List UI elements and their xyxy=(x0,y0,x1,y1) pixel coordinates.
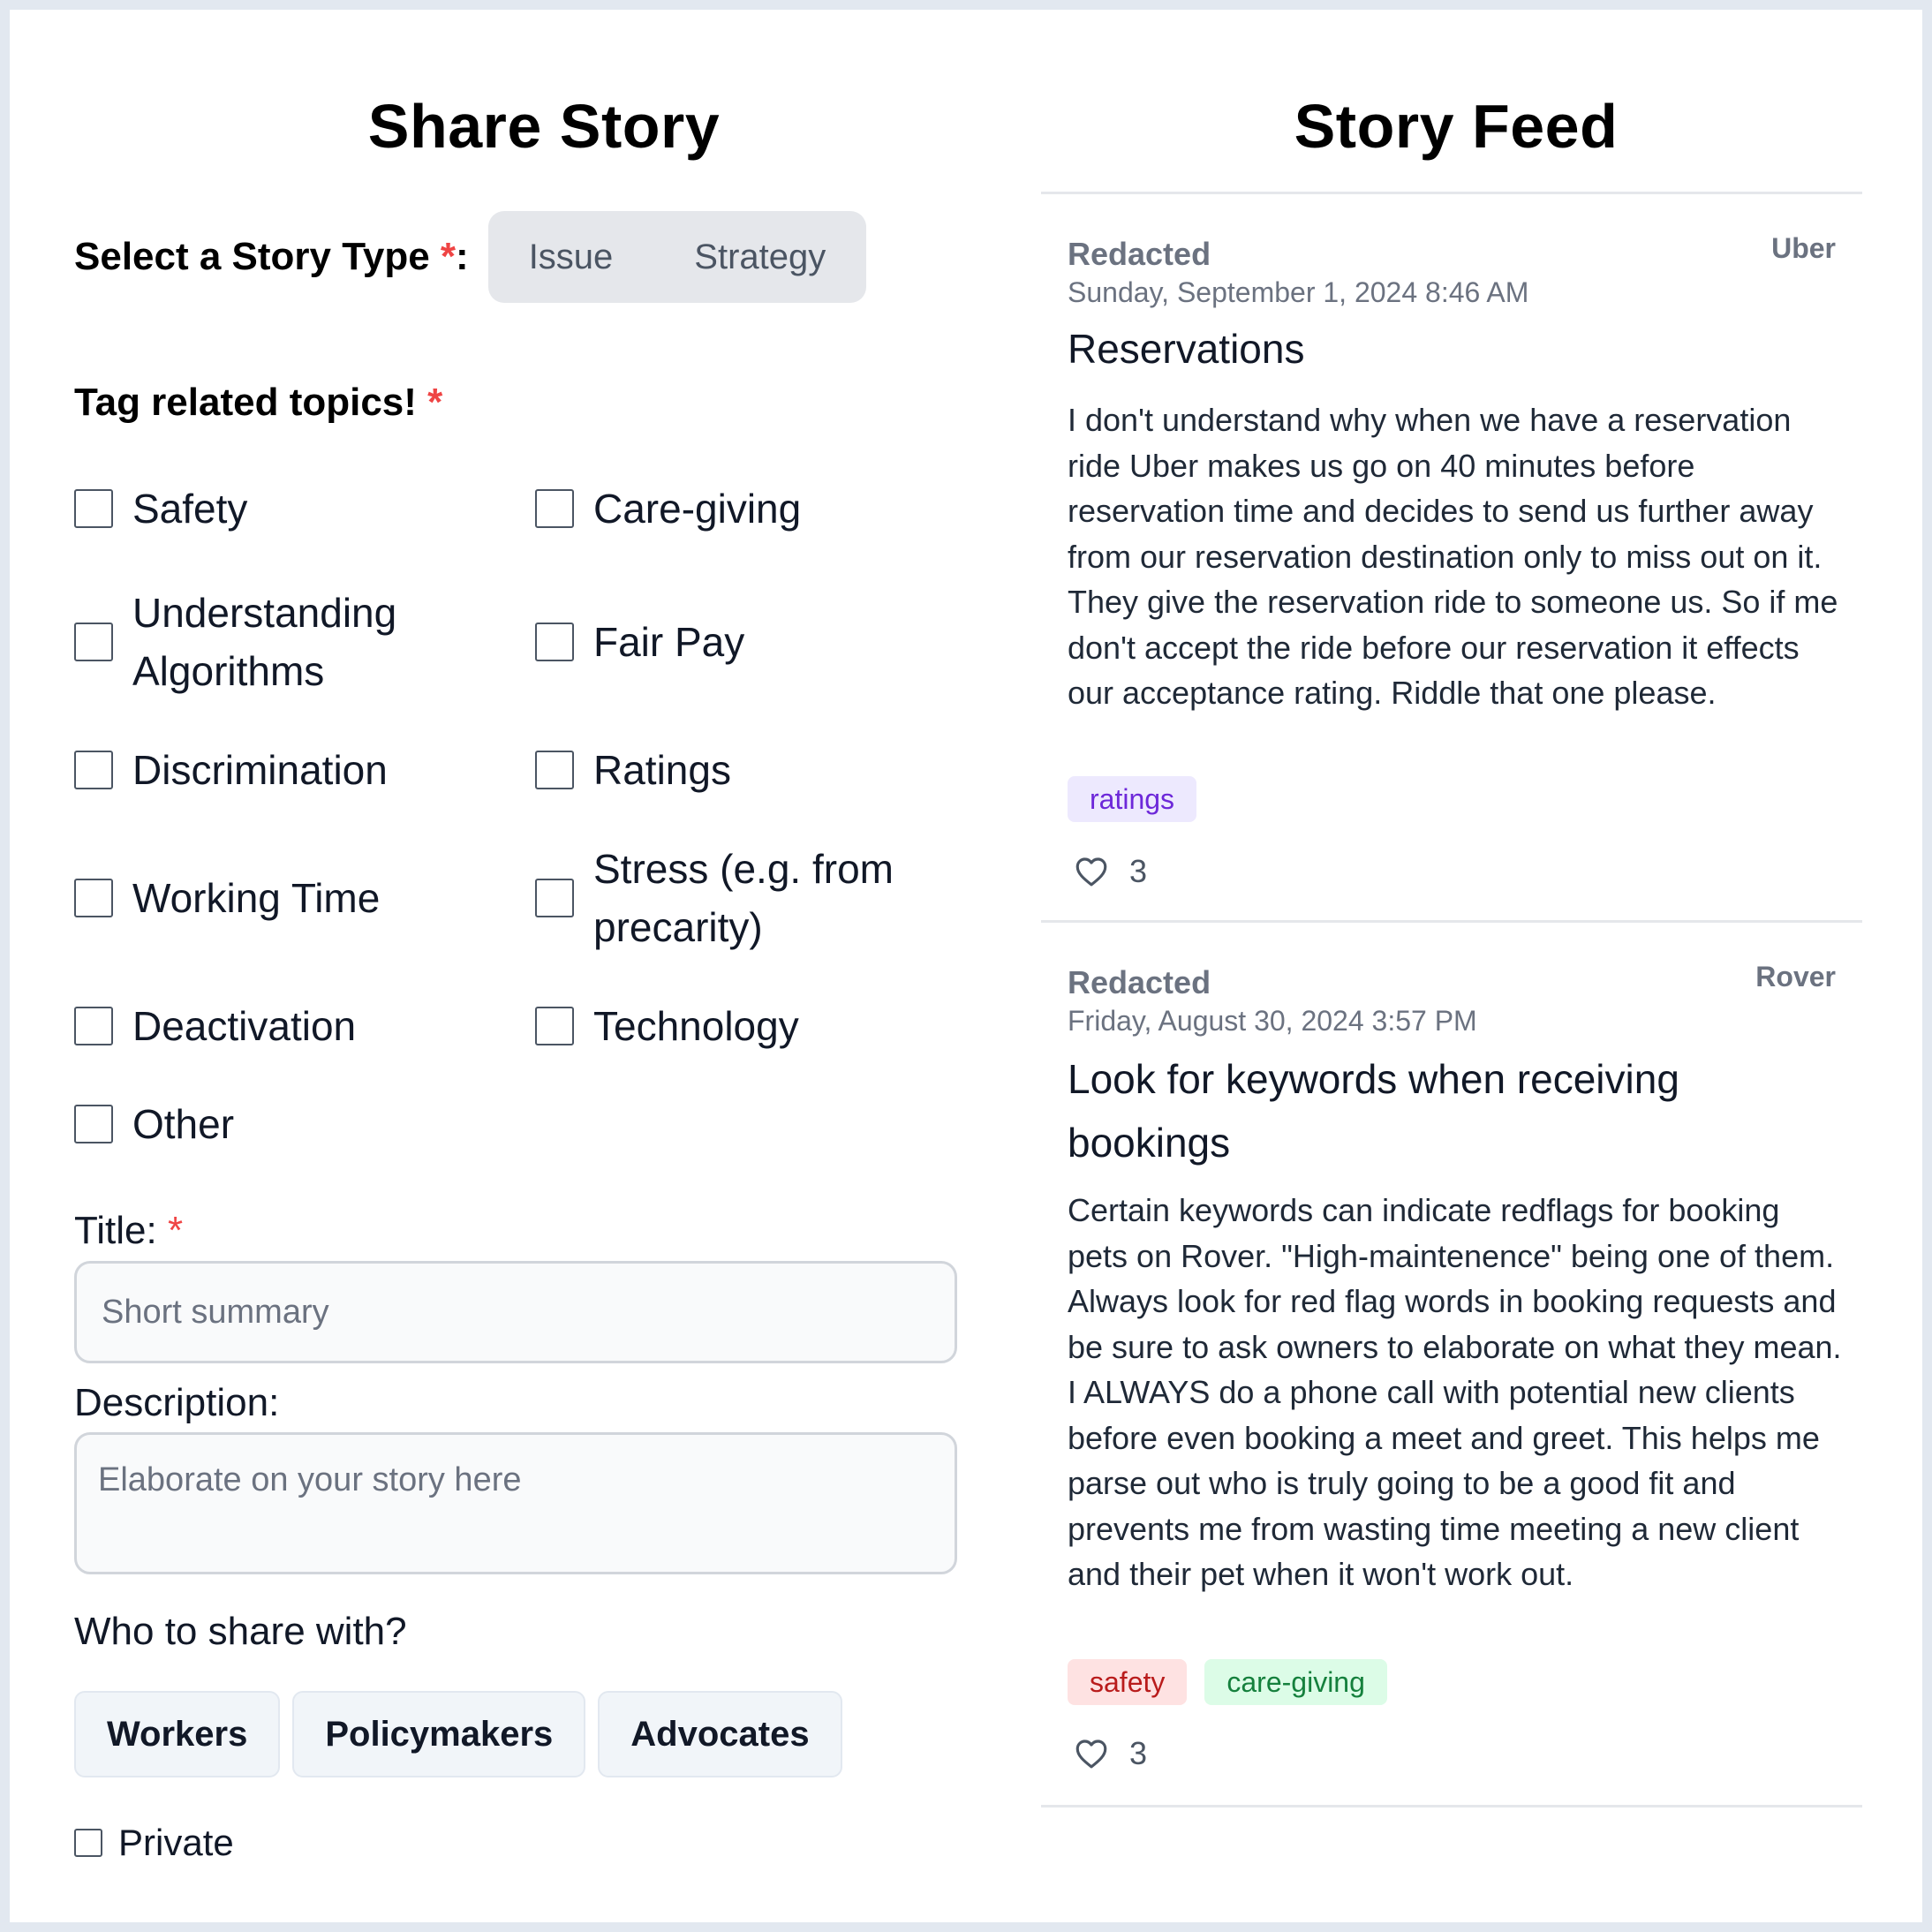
topic-ratings[interactable]: Ratings xyxy=(535,741,959,799)
share-policymakers-button[interactable]: Policymakers xyxy=(292,1691,586,1777)
divider xyxy=(1041,192,1862,194)
story-type-issue-option[interactable]: Issue xyxy=(529,238,614,277)
topic-label: Understanding Algorithms xyxy=(132,590,397,694)
topic-checkbox[interactable] xyxy=(74,1105,113,1143)
page: Share Story Select a Story Type *: Issue… xyxy=(10,10,1922,1922)
story-author: Redacted xyxy=(1068,236,1211,272)
topic-label: Working Time xyxy=(132,875,381,921)
description-field-label: Description: xyxy=(74,1381,280,1424)
topic-checkbox[interactable] xyxy=(74,751,113,789)
title-input[interactable]: Short summary xyxy=(74,1261,957,1363)
story-feed-heading: Story Feed xyxy=(1294,92,1619,161)
story-card: Redacted Rover Friday, August 30, 2024 3… xyxy=(1068,961,1842,1785)
topic-label: Fair Pay xyxy=(593,619,745,665)
story-type-row: Select a Story Type *: Issue Strategy xyxy=(74,211,867,303)
topic-safety[interactable]: Safety xyxy=(74,479,498,538)
topic-label: Technology xyxy=(593,1003,799,1049)
title-field-label: Title: * xyxy=(74,1209,184,1252)
tag-safety[interactable]: safety xyxy=(1068,1659,1188,1705)
topic-checkbox[interactable] xyxy=(535,489,574,528)
story-type-label: Select a Story Type *: xyxy=(74,235,469,278)
divider xyxy=(1041,920,1862,923)
story-date: Sunday, September 1, 2024 8:46 AM xyxy=(1068,276,1529,308)
topic-label: Deactivation xyxy=(132,1003,357,1049)
like-count: 3 xyxy=(1129,853,1148,889)
tag-ratings[interactable]: ratings xyxy=(1068,776,1197,822)
required-mark: * xyxy=(167,1209,184,1252)
story-type-segmented-control: Issue Strategy xyxy=(487,211,867,303)
topic-checkbox[interactable] xyxy=(74,879,113,917)
topic-working-time[interactable]: Working Time xyxy=(74,869,498,927)
private-label: Private xyxy=(118,1822,234,1863)
share-advocates-button[interactable]: Advocates xyxy=(598,1691,842,1777)
topic-label: Other xyxy=(132,1101,235,1147)
share-with-label: Who to share with? xyxy=(74,1610,407,1653)
description-textarea[interactable]: Elaborate on your story here xyxy=(74,1432,957,1574)
private-checkbox[interactable] xyxy=(74,1829,102,1857)
share-with-options: Workers Policymakers Advocates xyxy=(74,1691,842,1777)
like-count: 3 xyxy=(1129,1735,1148,1771)
topic-label: Stress (e.g. from precarity) xyxy=(593,846,894,950)
topic-checkbox[interactable] xyxy=(535,623,574,661)
story-platform: Rover xyxy=(1755,961,1836,992)
story-tags: safety care-giving xyxy=(1068,1659,1387,1705)
topic-checkbox[interactable] xyxy=(74,623,113,661)
share-story-heading: Share Story xyxy=(367,92,721,161)
story-card: Redacted Uber Sunday, September 1, 2024 … xyxy=(1068,232,1838,890)
share-story-panel: Share Story Select a Story Type *: Issue… xyxy=(74,10,966,1922)
like-button[interactable]: 3 xyxy=(1073,1735,1147,1772)
story-author: Redacted xyxy=(1068,964,1211,1000)
tag-care-giving[interactable]: care-giving xyxy=(1204,1659,1387,1705)
story-title: Reservations xyxy=(1068,326,1305,372)
topic-checkbox[interactable] xyxy=(535,879,574,917)
topic-discrimination[interactable]: Discrimination xyxy=(74,741,498,799)
required-mark: * xyxy=(440,235,457,278)
story-tags: ratings xyxy=(1068,776,1197,822)
like-button[interactable]: 3 xyxy=(1073,853,1147,890)
topic-care-giving[interactable]: Care-giving xyxy=(535,479,959,538)
required-mark: * xyxy=(427,381,443,424)
divider xyxy=(1041,1805,1862,1807)
story-feed-panel: Story Feed Redacted Uber Sunday, Septemb… xyxy=(1041,10,1871,1922)
story-title: Look for keywords when receiving booking… xyxy=(1068,1056,1679,1166)
topic-stress[interactable]: Stress (e.g. from precarity) xyxy=(535,840,950,956)
story-platform: Uber xyxy=(1771,232,1836,264)
topic-label: Discrimination xyxy=(132,747,388,793)
story-body: Certain keywords can indicate redflags f… xyxy=(1068,1192,1842,1592)
story-type-strategy-option[interactable]: Strategy xyxy=(694,238,826,277)
topic-label: Ratings xyxy=(593,747,731,793)
topic-label: Care-giving xyxy=(593,486,802,532)
topic-fair-pay[interactable]: Fair Pay xyxy=(535,613,959,671)
topic-checkbox[interactable] xyxy=(74,489,113,528)
heart-outline-icon xyxy=(1075,1740,1107,1769)
topic-checkbox[interactable] xyxy=(535,1007,574,1045)
private-toggle[interactable]: Private xyxy=(74,1822,234,1864)
topic-technology[interactable]: Technology xyxy=(535,997,959,1055)
story-body: I don't understand why when we have a re… xyxy=(1068,402,1838,711)
topic-deactivation[interactable]: Deactivation xyxy=(74,997,498,1055)
story-date: Friday, August 30, 2024 3:57 PM xyxy=(1068,1005,1477,1037)
share-workers-button[interactable]: Workers xyxy=(74,1691,281,1777)
topic-understanding-algorithms[interactable]: Understanding Algorithms xyxy=(74,584,427,700)
topic-checkbox[interactable] xyxy=(74,1007,113,1045)
topic-checkbox[interactable] xyxy=(535,751,574,789)
topics-label: Tag related topics! * xyxy=(74,381,443,424)
topic-label: Safety xyxy=(132,486,248,532)
topic-other[interactable]: Other xyxy=(74,1095,498,1153)
heart-outline-icon xyxy=(1075,857,1107,887)
